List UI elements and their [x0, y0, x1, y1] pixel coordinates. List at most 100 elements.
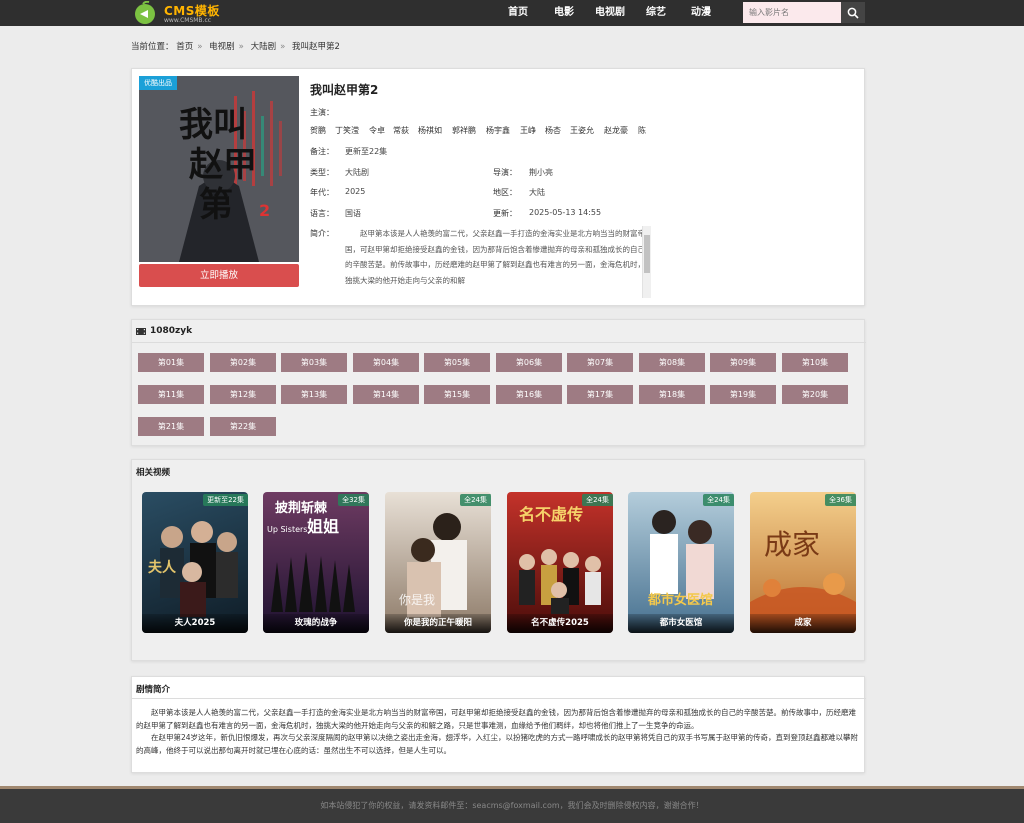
svg-text:Up Sisters: Up Sisters	[267, 525, 307, 534]
episode-button[interactable]: 第15集	[424, 385, 490, 404]
area-value[interactable]: 大陆	[529, 187, 545, 198]
search-button[interactable]	[841, 2, 865, 23]
svg-text:你是我: 你是我	[399, 593, 435, 607]
nav-home[interactable]: 首页	[508, 0, 528, 26]
actors-label: 主演：	[310, 108, 334, 117]
episode-button[interactable]: 第17集	[567, 385, 633, 404]
director-value[interactable]: 荆小亮	[529, 167, 553, 178]
intro-scrollbar[interactable]	[642, 226, 651, 298]
episode-button[interactable]: 第01集	[138, 353, 204, 372]
actor-link[interactable]: 丁笑滢	[335, 125, 359, 136]
episode-button[interactable]: 第03集	[281, 353, 347, 372]
actor-link[interactable]: 杨宇鑫	[486, 125, 510, 136]
related-card[interactable]: 披荆斩棘 姐姐 Up Sisters 全32集 玫瑰的战争	[263, 492, 369, 633]
film-icon	[136, 327, 146, 335]
synopsis-panel: 剧情简介 赵甲第本该是人人艳羡的富二代，父亲赵鑫一手打造的金海实业是北方响当当的…	[131, 676, 866, 773]
related-card[interactable]: 成家 全36集 成家	[750, 492, 856, 633]
nav-variety[interactable]: 综艺	[646, 0, 666, 26]
actor-link[interactable]: 郭祥鹏	[452, 125, 476, 136]
poster-tag: 优酷出品	[139, 76, 177, 90]
related-name: 玫瑰的战争	[263, 614, 369, 633]
top-navbar: CMS模板 www.CMSMB.cc 首页 电影 电视剧 综艺 动漫	[0, 0, 1024, 26]
episode-button[interactable]: 第05集	[424, 353, 490, 372]
synopsis-paragraph: 赵甲第本该是人人艳羡的富二代，父亲赵鑫一手打造的金海实业是北方响当当的财富帝国，…	[136, 708, 856, 730]
svg-text:我叫: 我叫	[179, 105, 247, 145]
synopsis-paragraph: 在赵甲第24岁这年，新仇旧恨爆发，再次与父亲深度隔阂的赵甲第以决绝之姿出走金海，…	[136, 733, 859, 755]
actor-link[interactable]: 令卓	[369, 125, 385, 136]
nav-anime[interactable]: 动漫	[691, 0, 711, 26]
year-value[interactable]: 2025	[345, 187, 365, 196]
breadcrumb-current: 我叫赵甲第2	[291, 42, 340, 52]
episode-button[interactable]: 第16集	[496, 385, 562, 404]
episode-button[interactable]: 第04集	[353, 353, 419, 372]
actor-link[interactable]: 赵龙豪	[604, 125, 628, 136]
episode-button[interactable]: 第14集	[353, 385, 419, 404]
breadcrumb-prefix: 当前位置：	[131, 42, 174, 52]
poster-image[interactable]: 我叫 赵甲 第 2 优酷出品	[139, 76, 299, 262]
related-name: 你是我的正午暖阳	[385, 614, 491, 633]
breadcrumb-category[interactable]: 大陆剧	[251, 42, 277, 52]
type-value[interactable]: 大陆剧	[345, 167, 369, 178]
episode-button[interactable]: 第06集	[496, 353, 562, 372]
episode-button[interactable]: 第10集	[782, 353, 848, 372]
related-card[interactable]: 你是我 全24集 你是我的正午暖阳	[385, 492, 491, 633]
divider	[132, 698, 866, 699]
synopsis-title: 剧情简介	[136, 685, 171, 695]
svg-text:夫人: 夫人	[148, 559, 177, 576]
actor-link[interactable]: 常荻	[393, 125, 409, 136]
episode-button[interactable]: 第09集	[710, 353, 776, 372]
director-label: 导演：	[493, 168, 517, 177]
detail-panel: 我叫 赵甲 第 2 优酷出品 立即播放 我叫赵甲第2 主演： 贺鹏 丁笑滢 令卓…	[131, 68, 865, 306]
search-input[interactable]	[743, 2, 841, 23]
lang-value[interactable]: 国语	[345, 208, 361, 219]
episode-button[interactable]: 第02集	[210, 353, 276, 372]
actor-link[interactable]: 王峥	[520, 125, 536, 136]
episodes-panel: 1080zyk 第01集 第02集 第03集 第04集 第05集 第06集 第0…	[131, 319, 866, 446]
episode-button[interactable]: 第21集	[138, 417, 204, 436]
type-label: 类型：	[310, 168, 334, 177]
episode-button[interactable]: 第11集	[138, 385, 204, 404]
svg-text:2: 2	[259, 201, 270, 220]
related-card[interactable]: 夫人 更新至22集 夫人2025	[142, 492, 248, 633]
nav-tv[interactable]: 电视剧	[595, 0, 625, 26]
actor-link[interactable]: 贺鹏	[310, 125, 326, 136]
episode-source-name: 1080zyk	[150, 326, 193, 336]
site-logo[interactable]: CMS模板 www.CMSMB.cc	[131, 1, 231, 25]
related-badge: 全24集	[460, 494, 491, 506]
related-card[interactable]: 都市女医馆 全24集 都市女医馆	[628, 492, 734, 633]
actor-link[interactable]: 杨杏	[545, 125, 561, 136]
episode-button[interactable]: 第08集	[639, 353, 705, 372]
nav-movie[interactable]: 电影	[554, 0, 574, 26]
episode-button[interactable]: 第13集	[281, 385, 347, 404]
play-button[interactable]: 立即播放	[139, 264, 299, 287]
actor-link[interactable]: 杨祺如	[418, 125, 442, 136]
related-thumbnail: 成家	[750, 528, 856, 633]
intro-label: 简介：	[310, 229, 334, 238]
search-icon	[847, 7, 859, 19]
footer-text: 如本站侵犯了你的权益，请发资料邮件至：seacms@foxmail.com，我们…	[320, 801, 704, 810]
related-badge: 全24集	[703, 494, 734, 506]
related-badge: 全24集	[582, 494, 613, 506]
related-badge: 全36集	[825, 494, 856, 506]
episode-button[interactable]: 第18集	[639, 385, 705, 404]
related-card[interactable]: 名不虚传 全24集 名不虚传2025	[507, 492, 613, 633]
actor-link[interactable]: 陈	[638, 125, 646, 136]
episode-button[interactable]: 第07集	[567, 353, 633, 372]
intro-text[interactable]: 赵甲第本该是人人艳羡的富二代，父亲赵鑫一手打造的金海实业是北方响当当的财富帝国，…	[345, 226, 652, 298]
breadcrumb-tv[interactable]: 电视剧	[209, 42, 235, 52]
related-panel: 相关视频 夫人 更新至22集 夫人2025 披荆斩棘 姐姐 Up Sisters…	[131, 459, 865, 661]
related-thumbnail: 夫人	[148, 521, 238, 617]
related-thumbnail: 名不虚传	[519, 505, 601, 614]
episode-button[interactable]: 第19集	[710, 385, 776, 404]
svg-text:名不虚传: 名不虚传	[519, 505, 583, 524]
actor-link[interactable]: 王姿允	[570, 125, 594, 136]
episode-button[interactable]: 第12集	[210, 385, 276, 404]
breadcrumb-home[interactable]: 首页	[176, 42, 193, 52]
breadcrumb-sep: »	[280, 42, 286, 52]
episode-button[interactable]: 第20集	[782, 385, 848, 404]
logo-icon	[135, 1, 155, 24]
poster-art: 我叫 赵甲 第 2	[139, 76, 299, 262]
scrollbar-thumb[interactable]	[644, 235, 650, 273]
episode-button[interactable]: 第22集	[210, 417, 276, 436]
related-thumbnail: 披荆斩棘 姐姐 Up Sisters	[267, 500, 355, 612]
